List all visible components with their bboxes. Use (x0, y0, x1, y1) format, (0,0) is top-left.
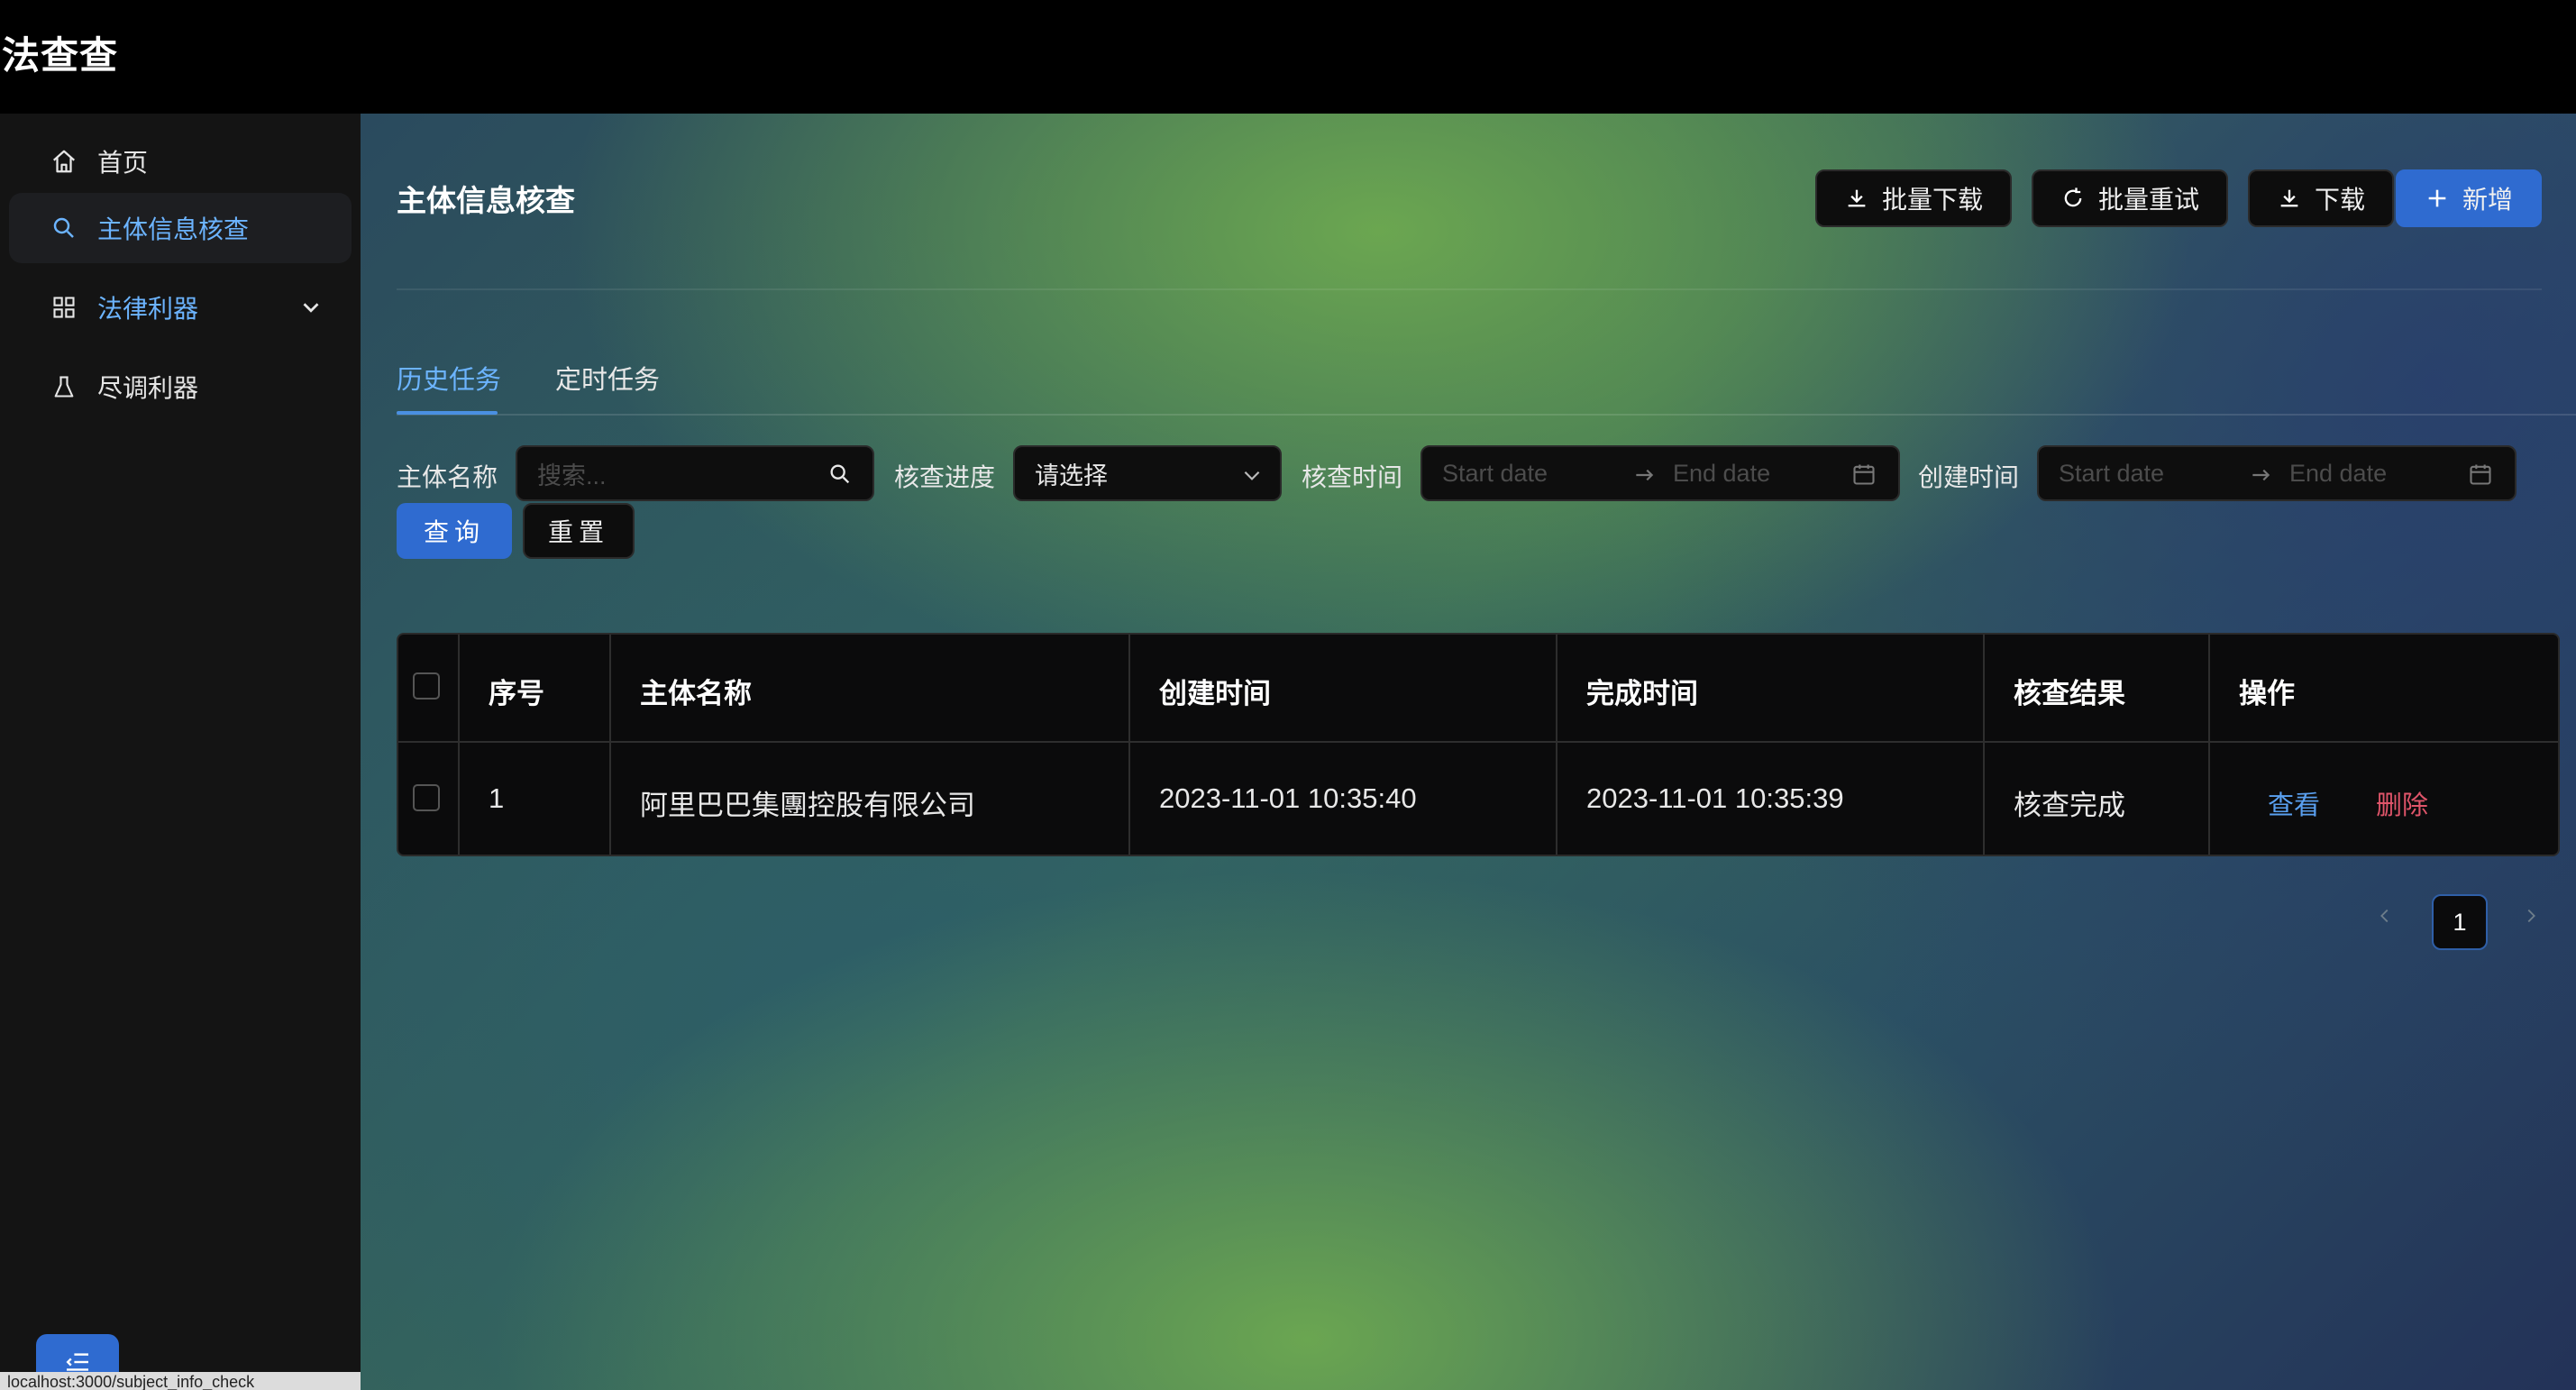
select-all-checkbox[interactable] (413, 672, 440, 700)
next-page-button[interactable] (2513, 898, 2549, 934)
refresh-icon (2064, 187, 2082, 207)
reset-button[interactable]: 重置 (523, 503, 635, 559)
app-title: 法查查 (2, 34, 119, 77)
download-icon (1848, 189, 1866, 207)
column-divider (609, 635, 611, 855)
column-divider (2208, 635, 2210, 855)
row-completed-time: 2023-11-01 10:35:39 (1586, 782, 1844, 814)
subject-name-label: 主体名称 (397, 463, 498, 491)
header-divider (397, 288, 2542, 290)
sidebar-item-due-diligence[interactable]: 尽调利器 (9, 352, 352, 422)
create-time-label: 创建时间 (1918, 463, 2020, 491)
sidebar-item-label: 尽调利器 (97, 374, 199, 402)
column-header-result: 核查结果 (2014, 678, 2125, 709)
chevron-down-icon[interactable] (297, 294, 324, 321)
batch-retry-button[interactable]: 批量重试 (2032, 169, 2228, 227)
column-divider (1983, 635, 1985, 855)
top-bar: 法查查 (0, 0, 2576, 114)
download-icon (2280, 189, 2298, 207)
tab-bar-line (397, 414, 2576, 416)
sidebar-item-subject-check[interactable]: 主体信息核查 (9, 193, 352, 263)
column-divider (1128, 635, 1130, 855)
sidebar-item-label: 主体信息核查 (97, 215, 250, 243)
sidebar-item-home[interactable]: 首页 (9, 126, 352, 197)
plus-icon (2428, 189, 2446, 207)
progress-select-value: 请选择 (1035, 462, 1108, 489)
row-checkbox[interactable] (413, 784, 440, 811)
sidebar-item-label: 法律利器 (97, 295, 199, 323)
column-header-actions: 操作 (2239, 678, 2295, 709)
row-index: 1 (489, 782, 505, 814)
status-url: localhost:3000/subject_info_check (0, 1372, 379, 1390)
header-row-divider (398, 741, 2558, 743)
home-icon (49, 146, 79, 177)
search-icon (49, 213, 79, 243)
add-label: 新增 (2462, 186, 2513, 214)
end-date-placeholder: End date (2289, 459, 2388, 487)
row-subject-name: 阿里巴巴集團控股有限公司 (640, 790, 975, 821)
grid-icon (49, 292, 79, 323)
flask-icon (49, 371, 79, 402)
progress-label: 核查进度 (894, 463, 996, 491)
check-time-label: 核查时间 (1302, 463, 1403, 491)
calendar-icon (2470, 464, 2491, 485)
arrow-right-icon (1636, 469, 1654, 481)
create-time-range-picker[interactable]: Start date End date (2037, 445, 2517, 501)
column-header-index: 序号 (489, 678, 544, 709)
chevron-left-icon (2380, 909, 2389, 923)
progress-select[interactable]: 请选择 (1013, 445, 1282, 501)
tab-active-indicator (397, 411, 498, 415)
column-header-subject-name: 主体名称 (640, 678, 752, 709)
row-created-time: 2023-11-01 10:35:40 (1159, 782, 1417, 814)
sidebar: 首页 主体信息核查 法律利器 尽调利器 (0, 114, 361, 1390)
menu-fold-icon (66, 1353, 88, 1371)
download-label: 下载 (2314, 186, 2365, 214)
start-date-placeholder: Start date (1442, 459, 1548, 487)
sidebar-item-legal-tools[interactable]: 法律利器 (9, 272, 352, 343)
search-icon[interactable] (827, 462, 853, 487)
row-result: 核查完成 (2014, 790, 2125, 821)
chevron-down-icon (1244, 471, 1260, 480)
batch-retry-label: 批量重试 (2097, 186, 2199, 214)
batch-download-button[interactable]: 批量下载 (1815, 169, 2012, 227)
delete-link[interactable]: 删除 (2376, 784, 2428, 822)
check-time-range-picker[interactable]: Start date End date (1420, 445, 1900, 501)
calendar-icon (1853, 464, 1875, 485)
tab-scheduled[interactable]: 定时任务 (555, 359, 660, 397)
query-button[interactable]: 查询 (397, 503, 512, 559)
end-date-placeholder: End date (1673, 459, 1771, 487)
subject-search-input[interactable]: 搜索... (516, 445, 874, 501)
results-table: 序号 主体名称 创建时间 完成时间 核查结果 操作 1 阿里巴巴集團控股有限公司… (397, 633, 2560, 856)
add-button[interactable]: 新增 (2396, 169, 2542, 227)
prev-page-button[interactable] (2367, 898, 2403, 934)
page-number-current[interactable]: 1 (2432, 894, 2488, 950)
column-divider (458, 635, 460, 855)
start-date-placeholder: Start date (2059, 459, 2165, 487)
main-content: 主体信息核查 批量下载 批量重试 下载 新增 历史任务 定时任务 主体名称 搜索… (361, 114, 2576, 1390)
tab-history[interactable]: 历史任务 (397, 359, 501, 397)
view-link[interactable]: 查看 (2268, 784, 2320, 822)
sidebar-item-label: 首页 (97, 149, 149, 177)
search-placeholder: 搜索... (537, 462, 607, 489)
arrow-right-icon (2252, 469, 2270, 481)
batch-download-label: 批量下载 (1881, 186, 1983, 214)
page-title: 主体信息核查 (397, 184, 575, 217)
download-button[interactable]: 下载 (2248, 169, 2394, 227)
column-divider (1556, 635, 1557, 855)
chevron-right-icon (2527, 909, 2535, 923)
column-header-completed: 完成时间 (1586, 678, 1698, 709)
column-header-created: 创建时间 (1159, 678, 1271, 709)
